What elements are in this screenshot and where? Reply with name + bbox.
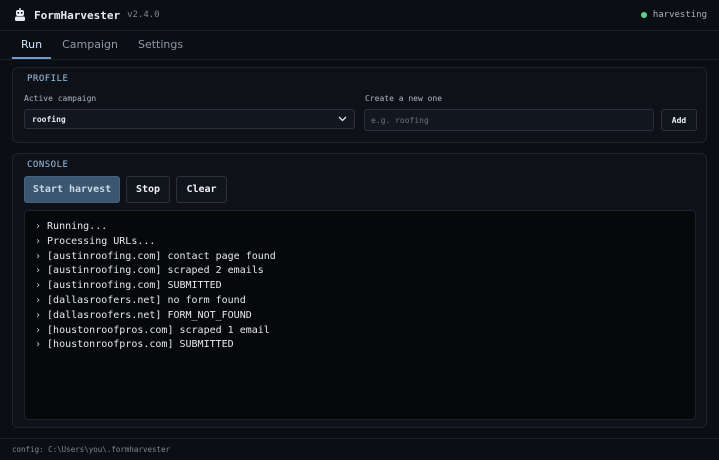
start-harvest-button[interactable]: Start harvest	[24, 176, 120, 203]
chevron-down-icon	[337, 114, 347, 124]
console-title: CONSOLE	[27, 160, 69, 170]
add-campaign-button[interactable]: Add	[661, 109, 697, 131]
tab-settings[interactable]: Settings	[129, 31, 192, 59]
log-line: › [houstonroofpros.com] scraped 1 email	[35, 324, 270, 336]
prompt-icon: ›	[35, 221, 42, 232]
app-version: v2.4.0	[127, 10, 160, 20]
new-campaign-input[interactable]	[364, 109, 654, 131]
log-line: › Running...	[35, 221, 108, 232]
log-line: › [austinroofing.com] scraped 2 emails	[35, 265, 264, 277]
log-line: › [austinroofing.com] SUBMITTED	[35, 280, 222, 292]
active-campaign-value: roofing	[32, 114, 66, 124]
log-line: › [dallasroofers.net] FORM_NOT_FOUND	[35, 309, 252, 321]
log-line: › [dallasroofers.net] no form found	[35, 294, 246, 306]
stop-button[interactable]: Stop	[126, 176, 170, 203]
log-line: › Processing URLs...	[35, 235, 156, 247]
prompt-icon: ›	[35, 339, 42, 351]
console-log[interactable]: › Running... › Processing URLs... › [austin…	[24, 210, 696, 420]
active-campaign-label: Active campaign	[24, 94, 97, 103]
status-text: harvesting	[652, 10, 707, 20]
clear-button[interactable]: Clear	[176, 176, 227, 203]
status-dot-icon	[640, 12, 647, 18]
prompt-icon: ›	[35, 280, 42, 292]
tab-campaign[interactable]: Campaign	[53, 31, 127, 59]
active-campaign-select[interactable]: roofing	[24, 109, 355, 129]
prompt-icon: ›	[35, 309, 42, 321]
prompt-icon: ›	[35, 324, 42, 336]
profile-panel: PROFILE Active campaign roofing Create a…	[12, 67, 707, 143]
app-name: FormHarvester	[34, 8, 121, 22]
tab-run[interactable]: Run	[12, 31, 52, 59]
prompt-icon: ›	[35, 250, 42, 262]
prompt-icon: ›	[35, 235, 42, 247]
tab-bar: Run Campaign Settings	[0, 31, 719, 60]
console-panel: CONSOLE Start harvest Stop Clear › Runnin…	[12, 153, 707, 428]
status-indicator: harvesting	[640, 10, 707, 20]
prompt-icon: ›	[35, 265, 42, 277]
log-line: › [austinroofing.com] contact page found	[35, 250, 276, 262]
title-bar: FormHarvester v2.4.0 harvesting	[0, 0, 719, 31]
new-campaign-label: Create a new one	[365, 94, 443, 103]
footer-config-path: config: C:\Users\you\.formharvester	[0, 438, 719, 460]
log-line: › [houstonroofpros.com] SUBMITTED	[35, 339, 234, 351]
profile-title: PROFILE	[27, 74, 69, 84]
prompt-icon: ›	[35, 294, 42, 306]
robot-icon	[12, 7, 28, 23]
